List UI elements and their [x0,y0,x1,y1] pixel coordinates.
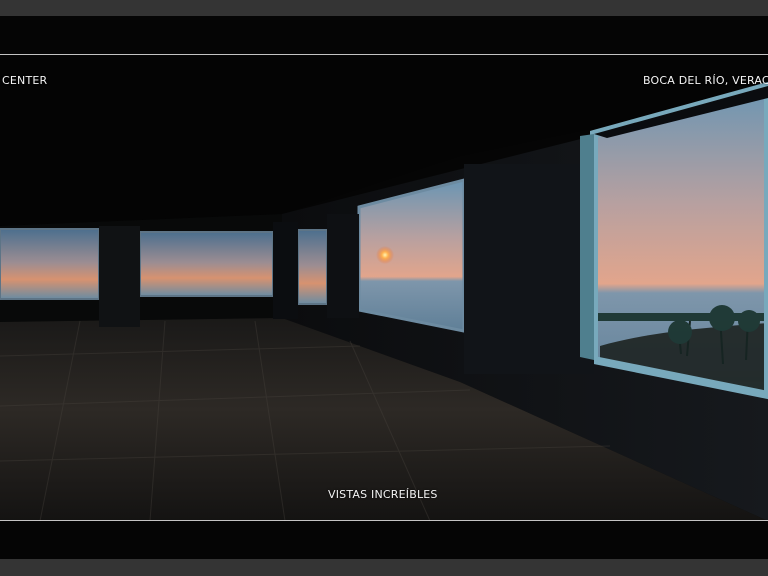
caption-bottom: VISTAS INCREÍBLES [328,488,438,501]
sunset-room-photo [0,16,768,559]
image-viewer: CENTER BOCA DEL RÍO, VERAC VISTAS INCREÍ… [0,0,768,576]
caption-right: BOCA DEL RÍO, VERAC [643,74,768,87]
bottom-divider [0,520,768,521]
caption-left: CENTER [2,74,48,87]
top-divider [0,54,768,55]
photo-stage: CENTER BOCA DEL RÍO, VERAC VISTAS INCREÍ… [0,16,768,559]
